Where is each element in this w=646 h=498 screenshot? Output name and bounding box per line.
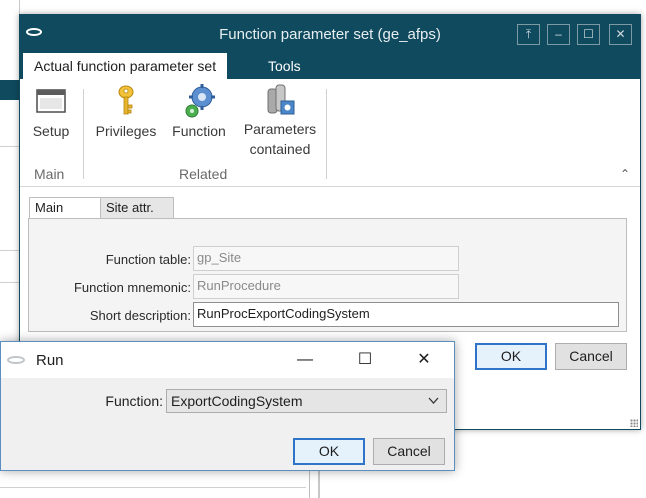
privileges-button[interactable]: Privileges: [94, 83, 158, 139]
tab-tools[interactable]: Tools: [257, 53, 312, 79]
minimize-button[interactable]: –: [547, 24, 570, 45]
function-table-label: Function table:: [105, 252, 191, 267]
app-logo-icon: [7, 356, 25, 364]
run-dialog-title: Run: [36, 352, 64, 369]
function-select-label: Function:: [105, 393, 163, 409]
function-select-value: ExportCodingSystem: [171, 393, 303, 409]
short-description-field[interactable]: RunProcExportCodingSystem: [193, 302, 619, 327]
collapse-ribbon-icon[interactable]: ⌃: [620, 167, 630, 181]
parameters-label-line2: contained: [249, 141, 311, 157]
ribbon-separator: [326, 89, 327, 179]
run-maximize-button[interactable]: ☐: [342, 348, 388, 372]
function-mnemonic-field[interactable]: RunProcedure: [193, 274, 459, 299]
close-button[interactable]: ✕: [609, 24, 632, 45]
window-icon: [34, 83, 68, 119]
function-button[interactable]: Function: [170, 83, 228, 139]
run-cancel-button[interactable]: Cancel: [373, 438, 445, 465]
ribbon: Setup Privileges Function Parameters con…: [20, 79, 640, 187]
privileges-label: Privileges: [95, 123, 157, 139]
run-dialog: Run — ☐ ✕ Function: ExportCodingSystem O…: [0, 341, 455, 471]
parameters-label-line1: Parameters: [243, 121, 317, 137]
ribbon-separator: [83, 89, 84, 179]
function-mnemonic-label: Function mnemonic:: [73, 280, 191, 295]
tab-main-page[interactable]: Main page: [29, 197, 101, 235]
background-app-bottom: [0, 470, 310, 498]
run-minimize-button[interactable]: —: [282, 348, 328, 372]
resize-grip-icon[interactable]: [630, 419, 638, 427]
background-app-header: [0, 80, 20, 100]
window-titlebar[interactable]: Function parameter set (ge_afps) ⤒ – ☐ ✕: [20, 15, 640, 53]
function-table-field[interactable]: gp_Site: [193, 246, 459, 271]
parameters-contained-button[interactable]: Parameters contained: [240, 83, 320, 159]
background-divider: [0, 146, 20, 147]
group-label-related: Related: [179, 166, 228, 182]
menu-bar: Actual function parameter set Tools: [20, 53, 640, 79]
main-page-panel: Function table: gp_Site Function mnemoni…: [28, 218, 627, 332]
parameters-icon: [263, 83, 297, 119]
background-divider: [0, 487, 306, 488]
run-dialog-titlebar[interactable]: Run — ☐ ✕: [1, 342, 454, 378]
setup-button[interactable]: Setup: [31, 83, 71, 139]
gear-icon: [182, 83, 216, 119]
setup-label: Setup: [32, 123, 70, 139]
function-select[interactable]: ExportCodingSystem: [166, 389, 447, 413]
chevron-down-icon: [428, 390, 439, 420]
background-divider: [0, 282, 20, 283]
function-label: Function: [172, 123, 226, 139]
key-icon: [109, 83, 143, 119]
cancel-button[interactable]: Cancel: [555, 343, 627, 370]
tab-site-attr[interactable]: Site attr.: [100, 197, 174, 219]
short-description-label: Short description:: [89, 308, 191, 323]
maximize-button[interactable]: ☐: [577, 24, 600, 45]
ok-button[interactable]: OK: [475, 343, 547, 370]
background-divider: [0, 250, 20, 251]
tab-actual-function-parameter-set[interactable]: Actual function parameter set: [23, 53, 228, 79]
pin-window-button[interactable]: ⤒: [517, 24, 540, 45]
run-close-button[interactable]: ✕: [401, 348, 447, 372]
run-ok-button[interactable]: OK: [293, 438, 365, 465]
group-label-main: Main: [34, 166, 65, 182]
